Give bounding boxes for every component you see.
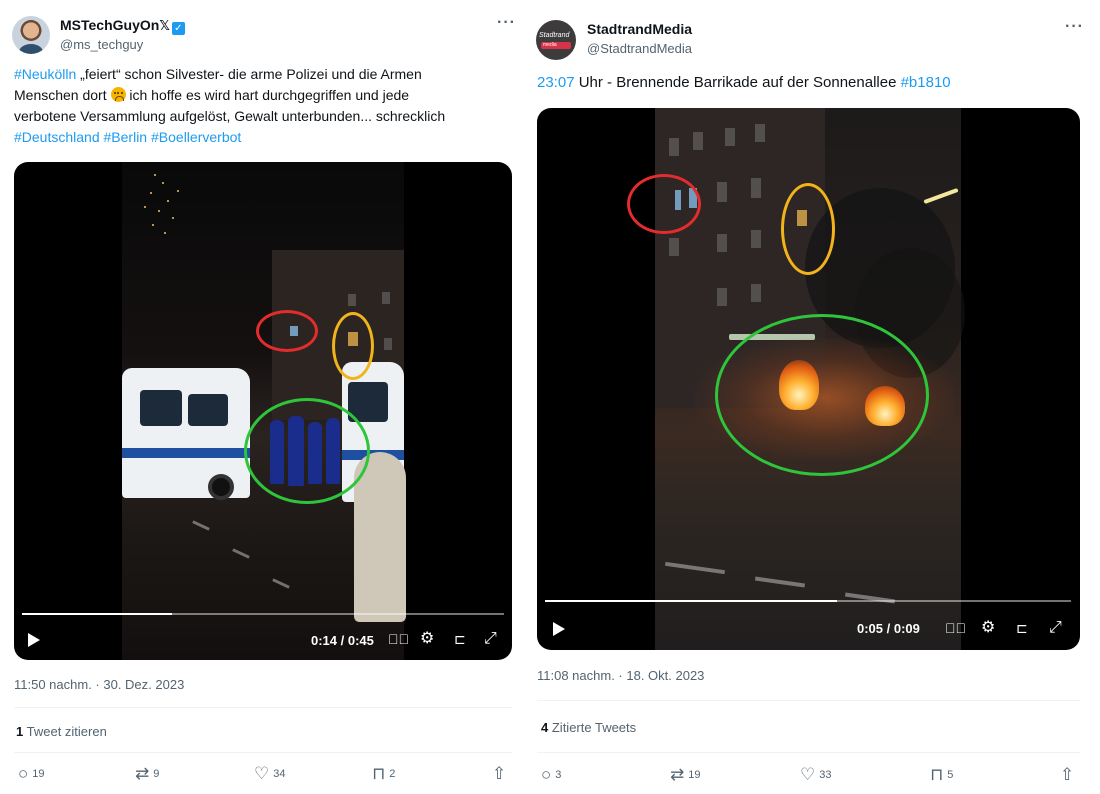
settings-icon[interactable]: ⚙ (420, 631, 434, 647)
video-progress-bar[interactable] (22, 613, 504, 615)
share-icon: ⇧ (1060, 765, 1075, 784)
video-progress-fill (22, 613, 172, 615)
avatar-logo-bar: media (541, 42, 571, 49)
volume-icon[interactable]: ◁ﾞ (388, 632, 409, 646)
like-button[interactable]: ♡ 33 (800, 766, 832, 783)
avatar[interactable] (12, 16, 50, 54)
bookmark-icon: ⊓ (372, 764, 386, 783)
annotation-yellow-circle (781, 183, 835, 275)
annotation-yellow-circle (332, 312, 374, 380)
settings-icon[interactable]: ⚙ (981, 620, 995, 636)
retweet-count: 9 (153, 767, 160, 780)
video-progress-bar[interactable] (545, 600, 1071, 602)
retweet-button[interactable]: ⇄ 19 (670, 766, 701, 783)
more-options-icon[interactable]: ··· (497, 14, 516, 32)
bystander (354, 452, 406, 622)
bookmark-count: 2 (389, 767, 396, 780)
tweet-text-line: verbotene Versammlung aufgelöst, Gewalt … (14, 108, 446, 124)
quote-tweets-link[interactable]: 4 Zitierte Tweets (541, 720, 636, 735)
retweet-button[interactable]: ⇄ 9 (135, 765, 159, 782)
video-time: 0:05 / 0:09 (857, 621, 920, 636)
annotation-red-circle (627, 174, 701, 234)
like-icon: ♡ (254, 764, 270, 783)
video-progress-fill (545, 600, 838, 602)
bookmark-count: 5 (947, 768, 954, 781)
reply-button[interactable]: ○ 3 (541, 766, 561, 783)
divider (537, 700, 1080, 701)
reply-count: 3 (555, 768, 562, 781)
hashtag-b1810[interactable]: #b1810 (901, 74, 951, 91)
annotation-green-circle (244, 398, 370, 504)
like-count: 33 (819, 768, 832, 781)
share-button[interactable]: ⇧ (492, 765, 506, 782)
author-name[interactable]: StadtrandMedia (587, 21, 692, 37)
bookmark-button[interactable]: ⊓ 2 (372, 765, 395, 782)
quote-count: 1 (16, 724, 24, 739)
video-player[interactable]: 0:05 / 0:09 ◁ﾞ ⚙ ⊏ ⤢ (537, 108, 1080, 650)
bookmark-icon: ⊓ (930, 765, 944, 784)
like-icon: ♡ (800, 765, 816, 784)
reply-count: 19 (32, 767, 45, 780)
annotation-green-circle (715, 314, 929, 476)
annotation-red-circle (256, 310, 318, 352)
reply-icon: ○ (541, 765, 552, 784)
like-button[interactable]: ♡ 34 (254, 765, 286, 782)
video-time: 0:14 / 0:45 (311, 633, 374, 648)
hashtag-berlin[interactable]: #Berlin (104, 129, 148, 145)
share-icon: ⇧ (492, 764, 507, 783)
x-logo-icon: 𝕏 (159, 18, 170, 33)
sad-face-emoji-icon (110, 87, 126, 102)
tweet-text-line: ich hoffe es wird hart durchgegriffen un… (125, 87, 410, 103)
more-options-icon[interactable]: ··· (1065, 18, 1084, 36)
divider (14, 752, 512, 753)
play-icon[interactable] (553, 622, 565, 636)
quote-count: 4 (541, 720, 549, 735)
retweet-icon: ⇄ (670, 765, 685, 784)
tweet-timestamp[interactable]: 11:50 nachm. · 30. Dez. 2023 (14, 677, 184, 692)
tweet-text-body: Uhr - Brennende Barrikade auf der Sonnen… (574, 74, 901, 91)
tweet-right: Stadtrand media StadtrandMedia @Stadtran… (528, 0, 1100, 794)
tweet-timestamp[interactable]: 11:08 nachm. · 18. Okt. 2023 (537, 668, 704, 683)
reply-icon: ○ (18, 764, 29, 783)
verified-badge-icon: ✓ (171, 22, 185, 35)
quote-tweets-link[interactable]: 1 Tweet zitieren (16, 724, 107, 739)
picture-in-picture-icon[interactable]: ⊏ (1016, 621, 1028, 635)
video-player[interactable]: 0:14 / 0:45 ◁ﾞ ⚙ ⊏ ⤢ (14, 162, 512, 660)
avatar-logo-sub: media (543, 42, 557, 48)
hashtag-boellerverbot[interactable]: #Boellerverbot (151, 129, 241, 145)
reply-button[interactable]: ○ 19 (18, 765, 45, 782)
play-icon[interactable] (28, 633, 40, 647)
divider (537, 752, 1080, 753)
picture-in-picture-icon[interactable]: ⊏ (454, 632, 466, 646)
tweet-text: 23:07 Uhr - Brennende Barrikade auf der … (537, 72, 1097, 93)
hashtag-deutschland[interactable]: #Deutschland (14, 129, 100, 145)
tweet-text-line: „feiert“ schon Silvester- die arme Poliz… (76, 66, 422, 82)
tweet-text-line: Menschen dort (14, 87, 111, 103)
avatar-logo-text: Stadtrand (539, 32, 570, 39)
tweet-text: #Neukölln „feiert“ schon Silvester- die … (14, 64, 514, 148)
time-link[interactable]: 23:07 (537, 74, 575, 91)
hashtag-neukolln[interactable]: #Neukölln (14, 66, 76, 82)
fullscreen-icon[interactable]: ⤢ (484, 631, 497, 647)
author-handle[interactable]: @StadtrandMedia (587, 41, 692, 56)
divider (14, 707, 512, 708)
avatar[interactable]: Stadtrand media (536, 20, 576, 60)
author-name[interactable]: MSTechGuyOn𝕏 ✓ (60, 17, 185, 35)
tweet-left: MSTechGuyOn𝕏 ✓ @ms_techguy ··· #Neukölln … (0, 0, 520, 794)
volume-icon[interactable]: ◁ﾞ (945, 621, 966, 635)
retweet-count: 19 (688, 768, 701, 781)
author-handle[interactable]: @ms_techguy (60, 37, 143, 52)
bookmark-button[interactable]: ⊓ 5 (930, 766, 953, 783)
fullscreen-icon[interactable]: ⤢ (1049, 620, 1062, 636)
quote-label: Tweet zitieren (26, 724, 107, 739)
retweet-icon: ⇄ (135, 764, 150, 783)
quote-label: Zitierte Tweets (551, 720, 637, 735)
video-frame (122, 162, 406, 660)
like-count: 34 (273, 767, 286, 780)
share-button[interactable]: ⇧ (1060, 766, 1074, 783)
author-name-text: MSTechGuyOn (60, 17, 160, 33)
